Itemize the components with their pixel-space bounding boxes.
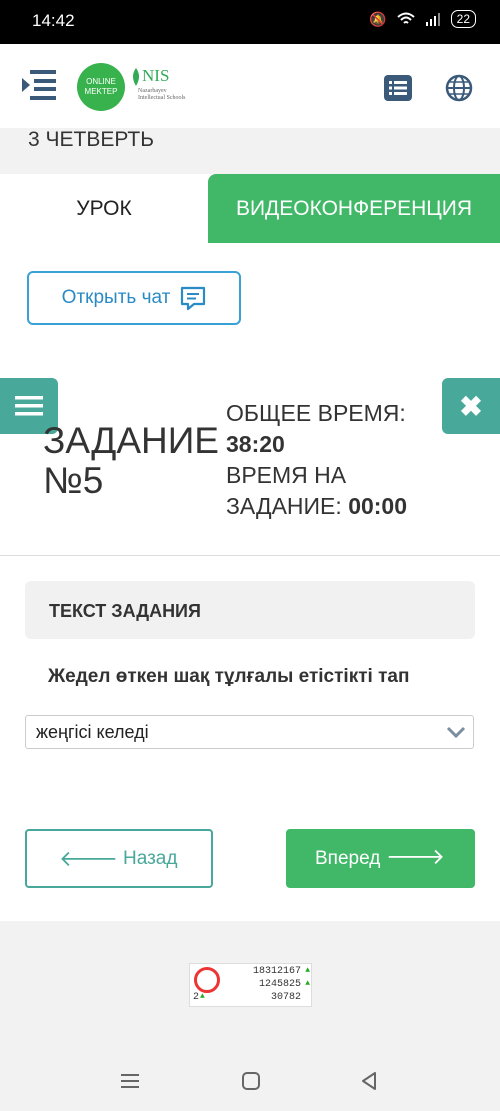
signal-icon — [425, 13, 440, 26]
arrow-right-icon: 🡒 — [386, 844, 445, 869]
task-number: №5 — [43, 460, 104, 501]
wifi-icon — [396, 12, 415, 24]
total-time-label: ОБЩЕЕ ВРЕМЯ: — [226, 400, 406, 426]
counter-line3: 30782 — [270, 992, 301, 1003]
answer-select[interactable]: жеңгісі келеді — [25, 715, 474, 749]
nis-title: NIS — [142, 66, 170, 85]
counter-line2: 1245825 — [258, 979, 301, 990]
status-time: 14:42 — [32, 11, 75, 30]
globe-icon[interactable] — [445, 74, 473, 102]
close-icon: ✖ — [459, 390, 483, 422]
close-button[interactable]: ✖ — [442, 378, 500, 434]
task-text-header: ТЕКСТ ЗАДАНИЯ — [25, 581, 475, 639]
tab-bar: УРОК ВИДЕОКОНФЕРЕНЦИЯ — [0, 174, 500, 243]
counter-line1: 18312167 — [252, 966, 301, 977]
task-title-line1: ЗАДАНИЕ — [43, 420, 219, 461]
chevron-down-icon — [446, 726, 466, 739]
app-header: ONLINE MEKTEP NIS Nazarbayev Intellectua… — [0, 44, 500, 128]
recent-apps-icon[interactable] — [119, 1070, 141, 1092]
online-mektep-logo: ONLINE MEKTEP — [77, 63, 125, 111]
home-icon[interactable] — [240, 1070, 262, 1092]
status-bar: 14:42 🔕 22 — [0, 0, 500, 44]
nis-subtitle: Nazarbayev Intellectual Schools — [138, 88, 186, 101]
tab-lesson[interactable]: УРОК — [0, 174, 208, 243]
logo-text-2: MEKTEP — [84, 87, 118, 96]
back-button[interactable]: 🡐 Назад — [25, 829, 213, 888]
divider — [0, 555, 500, 556]
up-arrow-icon: ▲ — [305, 979, 310, 988]
back-nav-icon[interactable] — [358, 1070, 380, 1092]
visit-counter[interactable]: 18312167 1245825 30782 2 ▲ ▲ ▲ — [189, 963, 312, 1007]
tab-videoconference[interactable]: ВИДЕОКОНФЕРЕНЦИЯ — [208, 174, 500, 243]
hamburger-icon — [15, 396, 43, 416]
task-title: ЗАДАНИЕ №5 — [43, 421, 219, 501]
counter-ring-icon — [194, 967, 220, 993]
nis-leaf-icon — [133, 68, 139, 86]
back-button-label: Назад — [123, 848, 178, 869]
counter-left: 2 — [193, 992, 200, 1003]
list-icon[interactable] — [384, 74, 412, 102]
arrow-left-icon: 🡐 — [59, 846, 118, 871]
chat-icon — [181, 286, 206, 311]
logo-text-1: ONLINE — [86, 77, 116, 86]
menu-toggle-icon[interactable] — [20, 68, 58, 102]
task-text-header-label: ТЕКСТ ЗАДАНИЯ — [49, 601, 201, 621]
up-arrow-icon: ▲ — [200, 992, 205, 1001]
open-chat-label: Открыть чат — [61, 287, 171, 308]
question-text: Жедел өткен шақ тұлғалы етістікті тап — [48, 666, 410, 687]
answer-select-value: жеңгісі келеді — [36, 722, 149, 742]
mute-icon: 🔕 — [369, 10, 387, 27]
battery-indicator: 22 — [450, 10, 476, 28]
total-time-value: 38:20 — [226, 431, 285, 457]
open-chat-button[interactable]: Открыть чат — [27, 271, 241, 325]
task-panel: Открыть чат ✖ ЗАДАНИЕ №5 ОБЩЕЕ ВРЕМЯ: 38… — [0, 243, 500, 921]
nis-logo: NIS Nazarbayev Intellectual Schools — [130, 66, 190, 110]
next-button-label: Вперед — [315, 848, 381, 869]
next-button[interactable]: Вперед 🡒 — [286, 829, 475, 888]
task-time-value: 00:00 — [348, 493, 408, 519]
up-arrow-icon: ▲ — [305, 966, 310, 975]
task-time-label: ВРЕМЯ НА — [226, 462, 347, 488]
task-time-label-2: ЗАДАНИЕ: — [226, 493, 342, 519]
system-nav-bar — [0, 1050, 500, 1111]
quarter-title: 3 ЧЕТВЕРТЬ — [28, 128, 155, 151]
status-icons: 🔕 22 — [369, 10, 476, 28]
timer-block: ОБЩЕЕ ВРЕМЯ: 38:20 ВРЕМЯ НА ЗАДАНИЕ: 00:… — [226, 398, 407, 522]
